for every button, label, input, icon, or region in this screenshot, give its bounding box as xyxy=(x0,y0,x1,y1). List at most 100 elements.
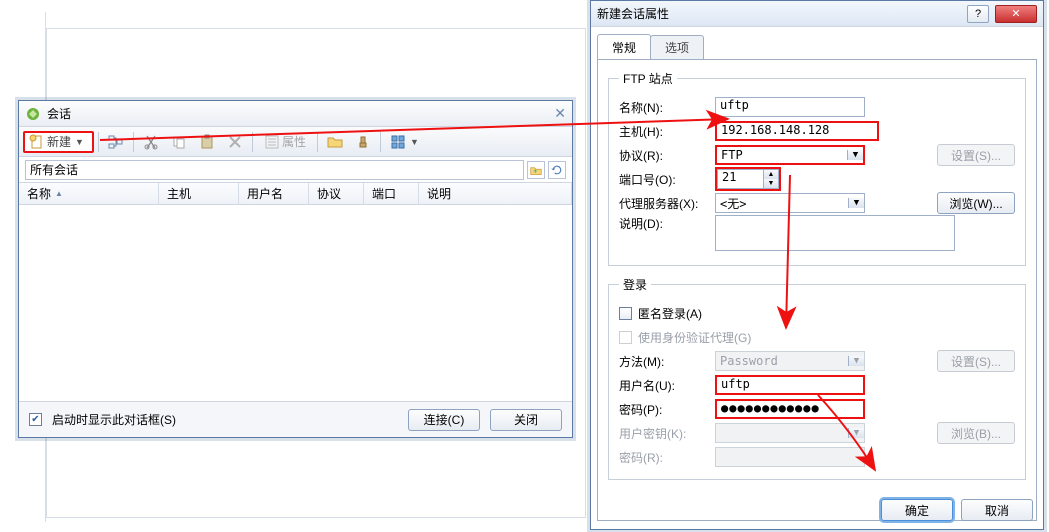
tab-options[interactable]: 选项 xyxy=(650,35,704,61)
copy-icon[interactable] xyxy=(166,131,192,153)
new-button[interactable]: 新建 ▼ xyxy=(23,131,94,153)
userkey-label: 用户密钥(K): xyxy=(619,425,709,442)
col-desc[interactable]: 说明 xyxy=(419,183,572,204)
tab-panel-general: FTP 站点 名称(N): uftp 主机(H): 192.168.148.12… xyxy=(597,59,1037,521)
new-button-label: 新建 xyxy=(47,133,71,150)
proxy-browse-button[interactable]: 浏览(W)... xyxy=(937,192,1015,214)
separator xyxy=(133,132,134,152)
filter-bar: 所有会话 xyxy=(19,157,572,183)
separator xyxy=(98,132,99,152)
props-title: 新建会话属性 xyxy=(597,5,961,22)
anonymous-checkbox[interactable] xyxy=(619,307,632,320)
delete-icon[interactable] xyxy=(222,131,248,153)
password-label: 密码(P): xyxy=(619,401,709,418)
close-icon[interactable]: ✕ xyxy=(995,5,1037,23)
login-legend: 登录 xyxy=(619,276,651,293)
help-icon[interactable]: ? xyxy=(967,5,989,23)
props-titlebar: 新建会话属性 ? ✕ xyxy=(591,1,1043,27)
protocol-combo[interactable]: FTP ▼ xyxy=(715,145,865,165)
sessions-titlebar: 会话 ✕ xyxy=(19,101,572,127)
props-footer: 确定 取消 xyxy=(881,499,1033,521)
protocol-value: FTP xyxy=(721,148,743,162)
password-field[interactable]: ●●●●●●●●●●●● xyxy=(715,399,865,419)
ftp-site-legend: FTP 站点 xyxy=(619,70,677,87)
tab-general[interactable]: 常规 xyxy=(597,34,651,60)
col-host[interactable]: 主机 xyxy=(159,183,239,204)
name-field[interactable]: uftp xyxy=(715,97,865,117)
method-settings-button: 设置(S)... xyxy=(937,350,1015,372)
method-value: Password xyxy=(720,354,778,368)
chevron-down-icon: ▼ xyxy=(847,150,863,160)
chevron-down-icon: ▼ xyxy=(75,137,84,147)
sessions-title: 会话 xyxy=(47,105,548,122)
col-name-label: 名称 xyxy=(27,185,51,202)
anonymous-label: 匿名登录(A) xyxy=(638,305,702,322)
proxy-combo[interactable]: <无> ▼ xyxy=(715,193,865,213)
folder-up-icon[interactable] xyxy=(527,161,545,179)
user-label: 用户名(U): xyxy=(619,377,709,394)
view-mode-icon[interactable]: ▼ xyxy=(385,131,424,153)
name-label: 名称(N): xyxy=(619,99,709,116)
chevron-down-icon: ▼ xyxy=(410,137,419,147)
paste-icon[interactable] xyxy=(194,131,220,153)
filter-input[interactable]: 所有会话 xyxy=(25,160,524,180)
properties-label: 属性 xyxy=(282,133,306,150)
col-port[interactable]: 端口 xyxy=(364,183,419,204)
refresh-icon[interactable] xyxy=(548,161,566,179)
spin-down-icon[interactable]: ▼ xyxy=(764,179,778,188)
sessions-toolbar: 新建 ▼ 属性 xyxy=(19,127,572,157)
desc-field[interactable] xyxy=(715,215,955,251)
ok-button[interactable]: 确定 xyxy=(881,499,953,521)
passphrase-label: 密码(R): xyxy=(619,449,709,466)
connect-button[interactable]: 连接(C) xyxy=(408,409,480,431)
tabstrip: 常规 选项 xyxy=(597,33,1037,59)
separator xyxy=(317,132,318,152)
col-protocol[interactable]: 协议 xyxy=(309,183,364,204)
userkey-browse-button: 浏览(B)... xyxy=(937,422,1015,444)
close-icon[interactable]: ✕ xyxy=(554,105,566,123)
separator xyxy=(380,132,381,152)
port-field[interactable]: 21 xyxy=(717,169,763,189)
app-icon xyxy=(25,106,41,122)
chevron-down-icon: ▼ xyxy=(848,356,864,366)
folder-icon[interactable] xyxy=(322,131,348,153)
port-spinner[interactable]: ▲ ▼ xyxy=(763,169,779,189)
startup-checkbox-label: 启动时显示此对话框(S) xyxy=(52,411,176,428)
protocol-settings-button: 设置(S)... xyxy=(937,144,1015,166)
proxy-value: <无> xyxy=(720,195,746,212)
close-button[interactable]: 关闭 xyxy=(490,409,562,431)
host-field[interactable]: 192.168.148.128 xyxy=(715,121,879,141)
new-icon xyxy=(29,134,45,150)
tree-view-icon[interactable] xyxy=(103,131,129,153)
startup-checkbox[interactable] xyxy=(29,413,42,426)
protocol-label: 协议(R): xyxy=(619,147,709,164)
user-field[interactable]: uftp xyxy=(715,375,865,395)
checklist-icon xyxy=(264,134,280,150)
cut-icon[interactable] xyxy=(138,131,164,153)
host-label: 主机(H): xyxy=(619,123,709,140)
ftp-site-group: FTP 站点 名称(N): uftp 主机(H): 192.168.148.12… xyxy=(608,70,1026,266)
col-user[interactable]: 用户名 xyxy=(239,183,309,204)
list-header: 名称 ▲ 主机 用户名 协议 端口 说明 xyxy=(19,183,572,205)
login-group: 登录 匿名登录(A) 使用身份验证代理(G) 方法(M): Password ▼… xyxy=(608,276,1026,480)
spin-up-icon[interactable]: ▲ xyxy=(764,170,778,179)
userkey-combo: ▼ xyxy=(715,423,865,443)
sessions-list[interactable] xyxy=(19,205,572,401)
passphrase-field xyxy=(715,447,865,467)
method-label: 方法(M): xyxy=(619,353,709,370)
auth-agent-checkbox xyxy=(619,331,632,344)
cancel-button[interactable]: 取消 xyxy=(961,499,1033,521)
method-combo: Password ▼ xyxy=(715,351,865,371)
properties-button[interactable]: 属性 xyxy=(257,131,313,153)
col-name[interactable]: 名称 ▲ xyxy=(19,183,159,204)
port-label: 端口号(O): xyxy=(619,171,709,188)
chevron-down-icon: ▼ xyxy=(848,198,864,208)
session-properties-dialog: 新建会话属性 ? ✕ 常规 选项 FTP 站点 名称(N): uftp 主机(H… xyxy=(590,0,1044,530)
auth-agent-label: 使用身份验证代理(G) xyxy=(638,329,751,346)
stamp-icon[interactable] xyxy=(350,131,376,153)
chevron-down-icon: ▼ xyxy=(848,428,864,438)
separator xyxy=(252,132,253,152)
desc-label: 说明(D): xyxy=(619,215,709,232)
sort-asc-icon: ▲ xyxy=(55,189,63,198)
proxy-label: 代理服务器(X): xyxy=(619,195,709,212)
